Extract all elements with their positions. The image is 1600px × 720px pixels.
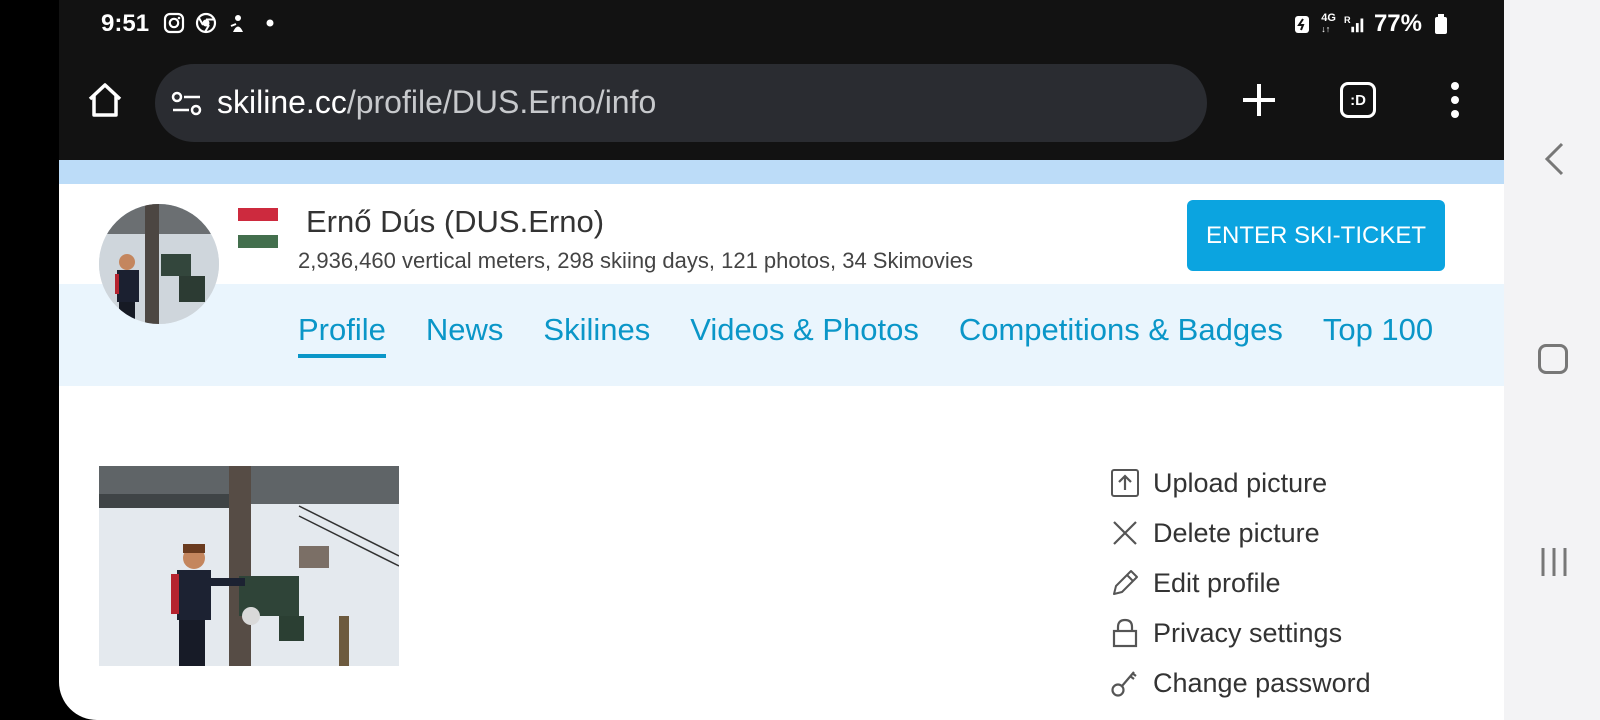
tab-skilines[interactable]: Skilines [543, 312, 650, 358]
delete-picture-link[interactable]: Delete picture [1109, 508, 1371, 558]
network-type: 4G ↓↑ [1321, 12, 1336, 35]
site-settings-icon[interactable] [171, 88, 203, 120]
address-bar[interactable]: skiline.cc/profile/DUS.Erno/info [155, 64, 1207, 142]
change-password-label: Change password [1153, 667, 1371, 698]
svg-text:R: R [1344, 15, 1351, 25]
change-password-link[interactable]: Change password [1109, 658, 1371, 708]
dot-icon [259, 12, 281, 34]
flag-stripe-green [238, 234, 278, 248]
edit-profile-label: Edit profile [1153, 567, 1281, 598]
avatar[interactable] [99, 204, 219, 324]
signal-icon: R [1344, 13, 1366, 35]
lock-icon [1109, 617, 1141, 649]
battery-icon [1430, 13, 1452, 35]
privacy-settings-label: Privacy settings [1153, 617, 1343, 648]
url-domain: skiline.cc [217, 84, 347, 120]
tab-switcher-button[interactable]: :D [1340, 82, 1376, 118]
pencil-icon [1109, 567, 1141, 599]
new-tab-icon[interactable] [1239, 80, 1279, 120]
more-menu-icon[interactable] [1449, 80, 1461, 120]
upload-icon [1109, 467, 1141, 499]
close-icon [1109, 517, 1141, 549]
url-text[interactable]: skiline.cc/profile/DUS.Erno/info [217, 84, 656, 121]
recent-apps-icon[interactable] [1538, 546, 1570, 578]
browser-screen: 9:51 4G ↓↑ R 77% skiline.cc/profile/DUS.… [59, 0, 1504, 720]
battery-percent: 77% [1373, 10, 1422, 37]
tab-competitions-badges[interactable]: Competitions & Badges [959, 312, 1283, 358]
threads-icon [227, 12, 249, 34]
browser-toolbar: skiline.cc/profile/DUS.Erno/info :D [59, 48, 1504, 160]
tab-switcher-label: :D [1350, 91, 1366, 109]
home-icon[interactable] [85, 80, 125, 120]
instagram-icon [163, 12, 185, 34]
tab-videos-photos[interactable]: Videos & Photos [690, 312, 919, 358]
back-icon[interactable] [1542, 142, 1566, 176]
privacy-settings-link[interactable]: Privacy settings [1109, 608, 1371, 658]
web-page: Ernő Dús (DUS.Erno) 2,936,460 vertical m… [59, 160, 1504, 720]
key-icon [1109, 667, 1141, 699]
chrome-icon [195, 12, 217, 34]
hungary-flag-icon [238, 208, 278, 248]
profile-tabs: Profile News Skilines Videos & Photos Co… [298, 312, 1433, 358]
status-bar: 9:51 4G ↓↑ R 77% [59, 0, 1504, 48]
system-home-icon[interactable] [1538, 344, 1568, 374]
delete-picture-label: Delete picture [1153, 517, 1320, 548]
flag-stripe-red [238, 208, 278, 222]
system-nav-bar [1504, 0, 1600, 720]
battery-saver-icon [1291, 13, 1313, 35]
tab-news[interactable]: News [426, 312, 504, 358]
edit-profile-link[interactable]: Edit profile [1109, 558, 1371, 608]
network-label: 4G [1321, 12, 1336, 24]
tab-top-100[interactable]: Top 100 [1323, 312, 1433, 358]
upload-picture-link[interactable]: Upload picture [1109, 458, 1371, 508]
enter-ski-ticket-button[interactable]: ENTER SKI-TICKET [1187, 200, 1445, 271]
notification-icons [163, 12, 281, 34]
tab-profile[interactable]: Profile [298, 312, 386, 358]
profile-name: Ernő Dús (DUS.Erno) [306, 204, 605, 239]
status-time: 9:51 [101, 10, 150, 37]
profile-stats: 2,936,460 vertical meters, 298 skiing da… [298, 248, 974, 273]
profile-actions: Upload picture Delete picture Edit profi… [1109, 458, 1371, 708]
top-strip [59, 160, 1504, 184]
status-right: 4G ↓↑ R 77% [1291, 10, 1452, 38]
url-path: /profile/DUS.Erno/info [346, 84, 657, 120]
flag-stripe-white [238, 221, 278, 235]
profile-picture[interactable] [99, 466, 399, 666]
upload-picture-label: Upload picture [1153, 467, 1328, 498]
device-frame: 9:51 4G ↓↑ R 77% skiline.cc/profile/DUS.… [0, 0, 1600, 720]
